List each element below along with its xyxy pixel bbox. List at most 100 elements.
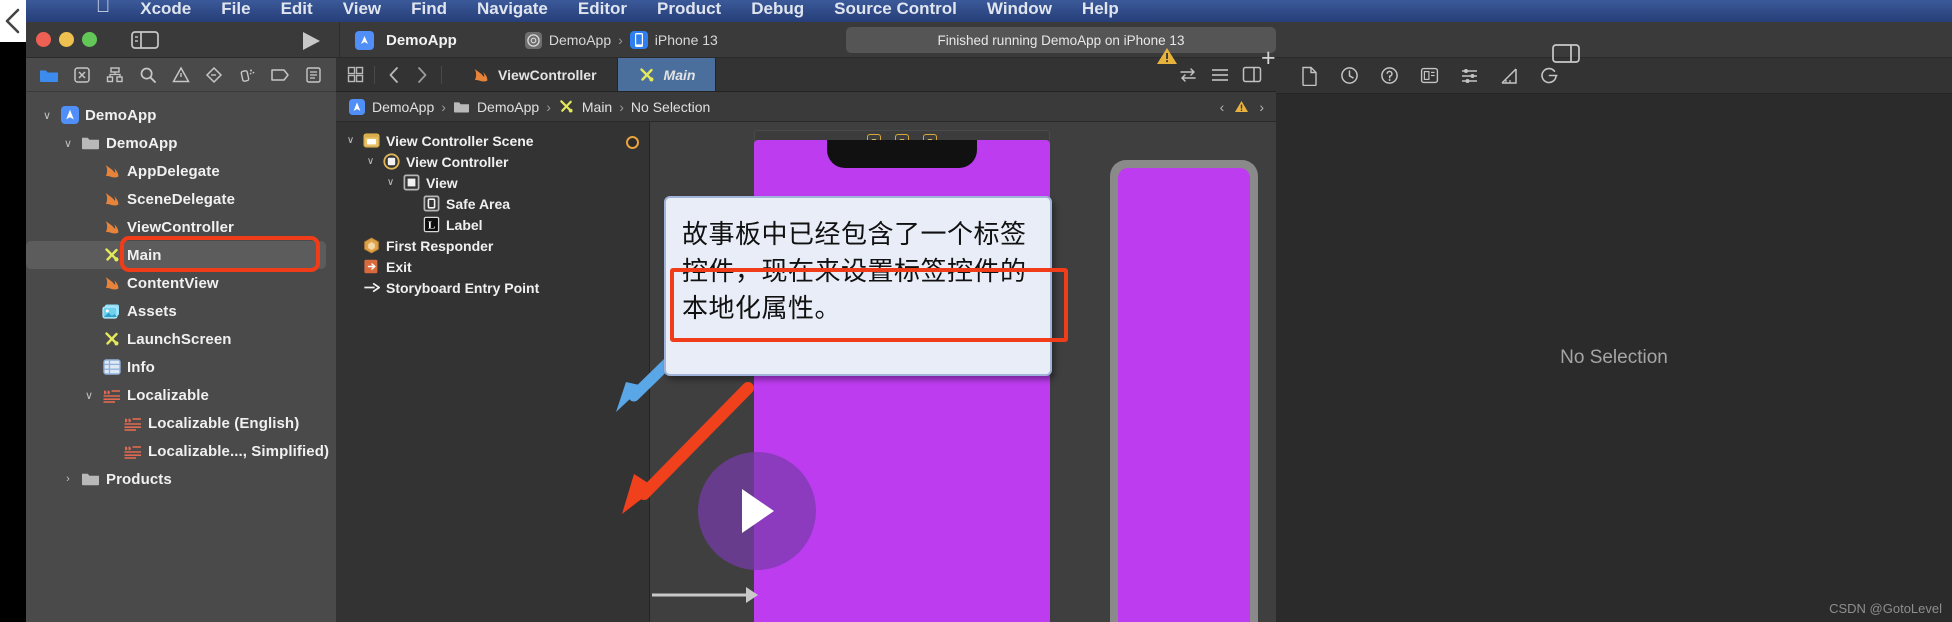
connections-inspector-icon[interactable] — [1536, 63, 1562, 89]
project-navigator-icon[interactable] — [32, 61, 65, 89]
menu-item-product[interactable]: Product — [657, 0, 721, 19]
history-inspector-icon[interactable] — [1336, 63, 1362, 89]
menu-item-source-control[interactable]: Source Control — [834, 0, 957, 19]
play-icon — [303, 32, 320, 50]
disclosure-triangle[interactable]: ∨ — [82, 389, 96, 402]
file-inspector-icon[interactable] — [1296, 63, 1322, 89]
outline-row-view[interactable]: ∨ View — [336, 172, 649, 193]
menu-item-editor[interactable]: Editor — [578, 0, 627, 19]
breadcrumb-storyboard-icon — [558, 98, 575, 115]
nav-row-products[interactable]: › Products — [26, 465, 336, 493]
nav-row-demoapp[interactable]: ∨ DemoApp — [26, 129, 336, 157]
breakpoint-navigator-icon[interactable] — [264, 61, 297, 89]
tab-viewcontroller-label: ViewController — [498, 66, 597, 83]
nav-row-contentview[interactable]: ∨ContentView — [26, 269, 336, 297]
menu-item-navigate[interactable]: Navigate — [477, 0, 548, 19]
nav-row-info[interactable]: ∨Info — [26, 353, 336, 381]
nav-row-demoapp[interactable]: ∨ DemoApp — [26, 101, 336, 129]
outline-row-storyboard-entry-point[interactable]: ∨Storyboard Entry Point — [336, 277, 649, 298]
swift-icon — [102, 162, 121, 181]
menu-item-view[interactable]: View — [343, 0, 381, 19]
tab-viewcontroller[interactable]: ViewController — [452, 58, 618, 91]
menu-item-help[interactable]: Help — [1082, 0, 1119, 19]
nav-row-localizable-english[interactable]: ∨Localizable (English) — [26, 409, 336, 437]
chevron-right-icon — [418, 66, 427, 83]
tab-main-storyboard[interactable]: Main — [617, 58, 717, 91]
hierarchy-navigator-icon[interactable] — [98, 61, 131, 89]
outline-row-label: Safe Area — [446, 195, 511, 212]
toggle-navigator-button[interactable] — [130, 30, 160, 50]
second-preview-screen — [1118, 168, 1250, 622]
back-navigation-chip[interactable] — [0, 0, 26, 42]
report-navigator-icon[interactable] — [297, 61, 330, 89]
disclosure-triangle[interactable]: ∨ — [384, 177, 397, 188]
menu-item-window[interactable]: Window — [987, 0, 1052, 19]
outline-row-safe-area[interactable]: ∨Safe Area — [336, 193, 649, 214]
nav-row-label: AppDelegate — [127, 162, 220, 180]
help-inspector-icon[interactable] — [1376, 63, 1402, 89]
search-navigator-icon[interactable] — [131, 61, 164, 89]
outline-row-label[interactable]: ∨LLabel — [336, 214, 649, 235]
nav-row-main[interactable]: ∨Main — [26, 241, 326, 269]
strings-icon — [123, 414, 142, 433]
debug-navigator-icon[interactable] — [231, 61, 264, 89]
disclosure-triangle[interactable]: ∨ — [364, 156, 377, 167]
divider — [374, 65, 375, 84]
nav-row-scenedelegate[interactable]: ∨SceneDelegate — [26, 185, 336, 213]
menu-item-edit[interactable]: Edit — [281, 0, 313, 19]
issue-next-button[interactable]: › — [1259, 99, 1264, 115]
outline-row-view-controller-scene[interactable]: ∨ View Controller Scene — [336, 130, 649, 151]
nav-row-launchscreen[interactable]: ∨LaunchScreen — [26, 325, 336, 353]
menu-item-debug[interactable]: Debug — [751, 0, 804, 19]
swift-icon — [102, 218, 121, 237]
red-pointer-arrow — [600, 382, 760, 522]
disclosure-triangle[interactable]: › — [61, 473, 75, 485]
warning-indicator[interactable] — [1156, 46, 1178, 66]
disclosure-triangle[interactable]: ∨ — [61, 137, 75, 150]
outline-row-label: View Controller — [406, 153, 509, 170]
navigate-back-button[interactable] — [381, 62, 407, 88]
menu-item-find[interactable]: Find — [411, 0, 447, 19]
breadcrumb-file[interactable]: Main — [582, 99, 612, 115]
second-view-controller-preview[interactable] — [1110, 160, 1258, 622]
size-inspector-icon[interactable] — [1496, 63, 1522, 89]
quick-help-icon[interactable] — [1416, 63, 1442, 89]
disclosure-triangle[interactable]: ∨ — [40, 109, 54, 122]
toggle-inspector-button[interactable] — [1551, 43, 1581, 64]
attributes-inspector-icon[interactable] — [1456, 63, 1482, 89]
outline-row-exit[interactable]: ∨Exit — [336, 256, 649, 277]
breadcrumb-project[interactable]: DemoApp — [372, 99, 434, 115]
outline-row-first-responder[interactable]: ∨First Responder — [336, 235, 649, 256]
issue-navigator-icon[interactable] — [164, 61, 197, 89]
breadcrumb-group[interactable]: DemoApp — [477, 99, 539, 115]
zoom-window-button[interactable] — [82, 32, 97, 47]
issue-warning-icon[interactable] — [1234, 100, 1249, 113]
adjust-editor-button[interactable] — [1174, 61, 1202, 89]
menu-item-xcode[interactable]: Xcode — [140, 0, 191, 19]
issue-previous-button[interactable]: ‹ — [1220, 99, 1225, 115]
apple-menu-icon[interactable]:  — [96, 0, 110, 18]
nav-row-localizable-simplified[interactable]: ∨Localizable..., Simplified) — [26, 437, 336, 465]
minimize-window-button[interactable] — [59, 32, 74, 47]
menu-item-file[interactable]: File — [221, 0, 250, 19]
scene-entry-indicator[interactable] — [626, 136, 639, 149]
source-control-navigator-icon[interactable] — [65, 61, 98, 89]
outline-row-view-controller[interactable]: ∨ View Controller — [336, 151, 649, 172]
breadcrumb-selection[interactable]: No Selection — [631, 99, 710, 115]
nav-row-viewcontroller[interactable]: ∨ViewController — [26, 213, 336, 241]
scheme-selector[interactable]: DemoApp DemoApp › iPhone 13 — [341, 22, 718, 58]
tab-overview-button[interactable] — [342, 62, 368, 88]
close-window-button[interactable] — [36, 32, 51, 47]
nav-row-appdelegate[interactable]: ∨AppDelegate — [26, 157, 336, 185]
standard-editor-button[interactable] — [1206, 61, 1234, 89]
nav-row-localizable[interactable]: ∨ Localizable — [26, 381, 336, 409]
run-button[interactable] — [298, 30, 324, 52]
destination-selector[interactable]: DemoApp › iPhone 13 — [524, 31, 718, 49]
activity-status-view[interactable]: Finished running DemoApp on iPhone 13 — [846, 27, 1276, 53]
scene-icon — [363, 132, 380, 149]
disclosure-triangle[interactable]: ∨ — [344, 135, 357, 146]
nav-row-assets[interactable]: ∨Assets — [26, 297, 336, 325]
navigate-forward-button[interactable] — [409, 62, 435, 88]
add-editor-button[interactable]: + — [1261, 44, 1276, 73]
test-navigator-icon[interactable] — [198, 61, 231, 89]
